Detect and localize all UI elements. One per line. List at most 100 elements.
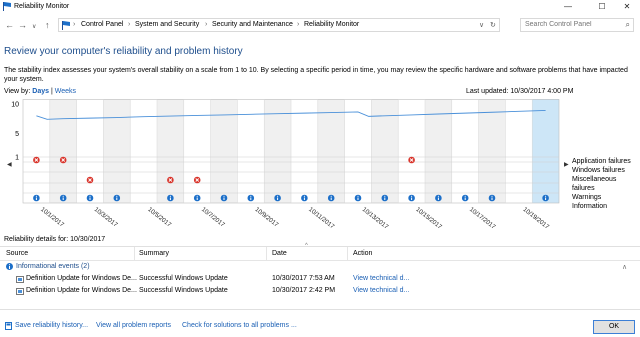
column-header-date[interactable]: Date — [272, 250, 287, 257]
info-glyph — [35, 197, 37, 200]
search-input[interactable] — [525, 21, 623, 28]
column-header-summary[interactable]: Summary — [139, 250, 169, 257]
check-for-solutions-link[interactable]: Check for solutions to all problems ... — [182, 322, 297, 329]
row-summary: Successful Windows Update — [139, 275, 228, 282]
view-technical-details-link[interactable]: View technical d... — [353, 287, 409, 294]
chart-column[interactable] — [344, 99, 372, 203]
back-arrow-icon[interactable]: ← — [5, 20, 14, 30]
info-glyph — [491, 197, 493, 200]
info-glyph — [62, 197, 64, 200]
info-glyph — [62, 195, 64, 197]
chevron-down-icon[interactable]: ∨ — [32, 22, 36, 32]
info-glyph — [223, 197, 225, 200]
x-tick-label: 10/5/2017 — [146, 206, 172, 229]
breadcrumb-item[interactable]: Control Panel — [81, 21, 123, 28]
chart-column[interactable] — [478, 99, 506, 203]
info-glyph — [89, 197, 91, 200]
row-summary: Successful Windows Update — [139, 287, 228, 294]
update-icon — [16, 276, 24, 283]
view-separator: | — [50, 88, 53, 95]
save-reliability-history-link[interactable]: Save reliability history... — [15, 322, 88, 329]
info-glyph — [330, 195, 332, 197]
ok-button[interactable]: OK — [593, 320, 635, 334]
info-glyph — [330, 197, 332, 200]
group-label: Informational events (2) — [16, 263, 90, 270]
chart-column[interactable] — [76, 99, 104, 203]
x-tick-label: 10/19/2017 — [522, 206, 551, 231]
chart-column[interactable] — [505, 99, 533, 203]
flag-icon — [62, 21, 70, 30]
info-glyph — [545, 195, 547, 197]
chart-column[interactable] — [130, 99, 157, 203]
column-header-action[interactable]: Action — [353, 250, 372, 257]
legend-windows-failures: Windows failures — [572, 167, 625, 174]
table-row[interactable]: Definition Update for Windows De... Succ… — [0, 273, 640, 285]
last-updated: Last updated: 10/30/2017 4:00 PM — [466, 88, 574, 95]
info-glyph — [303, 195, 305, 197]
y-tick-label: 1 — [15, 155, 19, 162]
minimize-button[interactable]: — — [558, 1, 578, 13]
x-tick-label: 10/9/2017 — [254, 206, 280, 229]
chart-column[interactable] — [371, 99, 399, 203]
close-button[interactable]: ✕ — [617, 1, 637, 13]
legend-miscellaneous-failures: Miscellaneous failures — [572, 176, 617, 192]
chart-legend: Application failures Windows failures Mi… — [572, 157, 640, 211]
details-table: Source Summary Date ^ Action Information… — [0, 243, 640, 310]
breadcrumb-item[interactable]: System and Security — [135, 21, 199, 28]
info-glyph — [384, 195, 386, 197]
chart-column[interactable] — [532, 99, 559, 203]
x-tick-label: 10/11/2017 — [307, 206, 336, 231]
chart-column[interactable] — [157, 99, 184, 203]
info-glyph — [223, 195, 225, 197]
info-glyph — [250, 195, 252, 197]
window-title: Reliability Monitor — [14, 3, 70, 10]
up-arrow-icon[interactable]: ↑ — [45, 20, 50, 30]
info-glyph — [116, 197, 118, 200]
breadcrumb-item[interactable]: Reliability Monitor — [304, 21, 359, 28]
dropdown-chevron-icon[interactable]: ∨ — [479, 21, 484, 29]
column-header-source[interactable]: Source — [6, 250, 28, 257]
x-tick-label: 10/13/2017 — [361, 206, 390, 231]
stability-chart[interactable]: 10 5 1◀ ▶ 10/1/2017 10/3/2017 10/5/2017 10/7/20… — [0, 99, 572, 231]
chart-column[interactable] — [103, 99, 131, 203]
breadcrumb-separator-icon: › — [73, 21, 76, 28]
update-icon — [16, 288, 24, 295]
view-weeks-link[interactable]: Weeks — [55, 88, 76, 95]
info-icon — [6, 263, 13, 270]
view-days-link[interactable]: Days — [32, 88, 49, 95]
chart-column[interactable] — [183, 99, 211, 203]
chart-column[interactable] — [451, 99, 479, 203]
forward-arrow-icon[interactable]: → — [18, 20, 27, 30]
search-icon[interactable]: ⌕ — [626, 20, 630, 30]
maximize-button[interactable]: ☐ — [592, 1, 612, 13]
x-tick-label: 10/15/2017 — [414, 206, 443, 231]
info-glyph — [116, 195, 118, 197]
scroll-right-icon[interactable]: ▶ — [564, 161, 569, 168]
chart-column[interactable] — [291, 99, 318, 203]
info-glyph — [250, 197, 252, 200]
chart-column[interactable] — [264, 99, 291, 203]
table-row[interactable]: Definition Update for Windows De... Succ… — [0, 285, 640, 297]
chart-column[interactable] — [49, 99, 77, 203]
legend-information: Information — [572, 203, 608, 210]
info-glyph — [437, 195, 439, 197]
breadcrumb-item[interactable]: Security and Maintenance — [212, 21, 293, 28]
info-glyph — [196, 195, 198, 197]
y-tick-label: 10 — [11, 102, 19, 109]
scroll-left-icon[interactable]: ◀ — [7, 161, 12, 168]
search-box[interactable]: ⌕ — [520, 18, 634, 32]
info-glyph — [411, 195, 413, 197]
flag-icon — [3, 2, 11, 11]
x-tick-label: 10/3/2017 — [93, 206, 119, 229]
chart-column[interactable] — [23, 99, 50, 203]
view-all-problem-reports-link[interactable]: View all problem reports — [96, 322, 171, 329]
row-source: Definition Update for Windows De... — [26, 287, 137, 294]
breadcrumb[interactable]: › Control Panel › System and Security › … — [58, 18, 500, 32]
info-glyph — [169, 197, 171, 200]
collapse-chevron-icon[interactable]: ∧ — [622, 263, 627, 271]
view-technical-details-link[interactable]: View technical d... — [353, 275, 409, 282]
x-tick-label: 10/17/2017 — [468, 206, 497, 231]
chart-column[interactable] — [317, 99, 345, 203]
refresh-icon[interactable]: ↻ — [490, 21, 496, 29]
info-glyph — [545, 197, 547, 200]
